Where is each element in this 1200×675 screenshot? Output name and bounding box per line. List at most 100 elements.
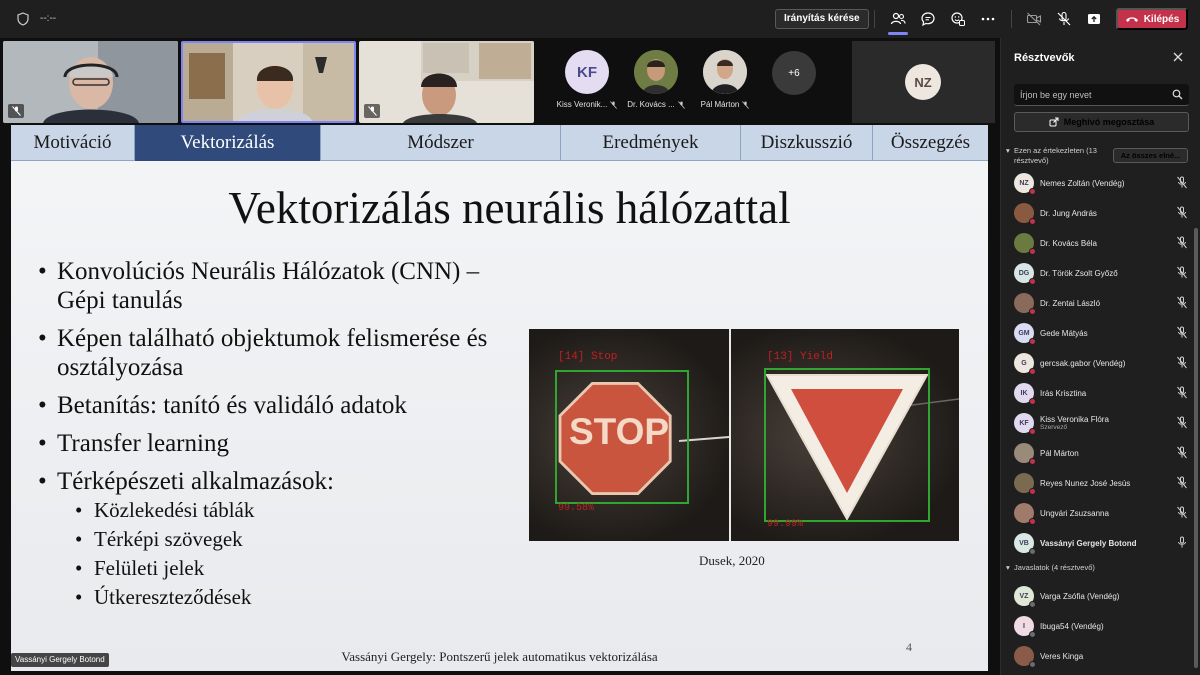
muted-mic-icon[interactable] (1176, 386, 1188, 399)
muted-mic-icon[interactable] (1176, 446, 1188, 459)
slide-bullet-list: • Konvolúciós Neurális Hálózatok (CNN) – … (38, 257, 508, 612)
muted-mic-icon (742, 100, 750, 109)
suggested-participant-row[interactable]: I Ibuga54 (Vendég) (1014, 615, 1194, 638)
camera-off-icon[interactable] (1025, 10, 1043, 28)
participant-row[interactable]: Pál Márton (1014, 442, 1194, 465)
participants-icon[interactable] (889, 10, 907, 28)
muted-mic-icon[interactable] (1176, 176, 1188, 189)
yield-sign-detection: [13] Yield 99.99% (731, 329, 959, 541)
avatar (1014, 503, 1036, 525)
sub-bullet-item: • Útkereszteződések (75, 585, 252, 609)
avatar: I (1014, 616, 1036, 638)
participant-row[interactable]: DG Dr. Török Zsolt Győző (1014, 262, 1194, 285)
muted-mic-icon[interactable] (1176, 506, 1188, 519)
chat-icon[interactable] (919, 10, 937, 28)
muted-mic-icon[interactable] (1176, 206, 1188, 219)
participant-name: gercsak.gabor (Vendég) (1040, 358, 1126, 368)
muted-mic-icon[interactable] (1176, 356, 1188, 369)
participant-row[interactable]: Reyes Nunez José Jesús (1014, 472, 1194, 495)
in-meeting-section-header[interactable]: ▾ Ezen az értekezleten (13 résztvevő) (1006, 146, 1097, 166)
participant-name: Ungvári Zsuzsanna (1040, 508, 1109, 518)
participant-row[interactable]: NZ Nemes Zoltán (Vendég) (1014, 172, 1194, 195)
share-screen-icon[interactable] (1085, 10, 1103, 28)
reactions-icon[interactable] (949, 10, 967, 28)
mute-all-button[interactable]: Az összes elné... (1113, 148, 1188, 163)
presence-status-icon (1029, 548, 1036, 555)
participant-row[interactable]: Dr. Zentai László (1014, 292, 1194, 315)
participant-row[interactable]: IK Irás Krisztina (1014, 382, 1194, 405)
muted-mic-icon[interactable] (1176, 476, 1188, 489)
slide-navigation-bar: Motiváció Vektorizálás Módszer Eredménye… (11, 125, 988, 161)
participant-name: Veres Kinga (1040, 651, 1084, 661)
muted-mic-icon[interactable] (1176, 266, 1188, 279)
avatar: GM (1014, 323, 1036, 345)
participant-row[interactable]: GM Gede Mátyás (1014, 322, 1194, 345)
sign-detection-image: [14] Stop STOP 99.58% [13] Yield 99.99% (529, 329, 959, 541)
participant-row[interactable]: Ungvári Zsuzsanna (1014, 502, 1194, 525)
share-invite-button[interactable]: Meghívó megosztása (1014, 112, 1189, 132)
panel-scrollbar[interactable] (1194, 228, 1198, 668)
suggested-participant-row[interactable]: Veres Kinga (1014, 645, 1194, 668)
participant-row[interactable]: KF Kiss Veronika Flóra Szervező (1014, 412, 1194, 435)
microphone-off-icon[interactable] (1055, 10, 1073, 28)
muted-mic-icon[interactable] (1176, 416, 1188, 429)
video-tile-nz[interactable]: NZ (852, 41, 995, 123)
avatar (1014, 203, 1036, 225)
participant-row[interactable]: Dr. Kovács Béla (1014, 232, 1194, 255)
hang-up-icon (1125, 17, 1138, 22)
chevron-down-icon: ▾ (1006, 146, 1010, 155)
avatar (1014, 443, 1036, 465)
slide-nav-motivacio: Motiváció (11, 125, 135, 161)
participant-row[interactable]: Dr. Jung András (1014, 202, 1194, 225)
presence-status-icon (1029, 631, 1036, 638)
microphone-icon[interactable] (1176, 536, 1188, 549)
meeting-toolbar: --:-- Irányítás kérése Kilépés (0, 0, 1200, 38)
participants-active-indicator (888, 32, 908, 35)
more-participants-button[interactable]: +6 (772, 51, 816, 95)
muted-mic-icon (364, 104, 380, 118)
sub-bullet-item: • Közlekedési táblák (75, 498, 255, 522)
muted-mic-icon[interactable] (1176, 236, 1188, 249)
suggestions-section-header[interactable]: ▾ Javaslatok (4 résztvevő) (1006, 563, 1095, 573)
muted-mic-icon (677, 100, 685, 109)
more-options-icon[interactable] (979, 10, 997, 28)
avatar: KF (1014, 413, 1036, 435)
video-tile-active-speaker[interactable] (181, 41, 356, 123)
presence-status-icon (1029, 601, 1036, 608)
strip-avatar-kovacs[interactable]: Dr. Kovács ... (621, 50, 691, 109)
presenter-name-tag: Vassányi Gergely Botond (11, 653, 109, 667)
leave-button[interactable]: Kilépés (1116, 8, 1188, 30)
avatar: NZ (1014, 173, 1036, 195)
muted-mic-icon[interactable] (1176, 296, 1188, 309)
avatar: IK (1014, 383, 1036, 405)
close-icon[interactable] (1172, 51, 1184, 63)
strip-avatar-pal-marton[interactable]: Pál Márton (690, 50, 760, 109)
participant-row[interactable]: Ggercsak.gabor (Vendég) (1014, 352, 1194, 375)
participant-name: Varga Zsófia (Vendég) (1040, 591, 1120, 601)
bullet-item: • Képen található objektumok felismerése … (38, 325, 488, 381)
participant-search (1014, 84, 1189, 106)
request-control-button[interactable]: Irányítás kérése (775, 9, 869, 29)
presence-status-icon (1029, 278, 1036, 285)
bullet-item: • Konvolúciós Neurális Hálózatok (CNN) – … (38, 258, 480, 314)
bullet-item: • Transfer learning (38, 430, 229, 457)
slide-nav-osszegzes: Összegzés (890, 132, 971, 153)
video-tile-participant-1[interactable] (3, 41, 178, 123)
participant-name: Ibuga54 (Vendég) (1040, 621, 1104, 631)
avatar-name: Pál Márton (700, 100, 740, 109)
suggested-participant-row[interactable]: VZ Varga Zsófia (Vendég) (1014, 585, 1194, 608)
muted-mic-icon (8, 104, 24, 118)
stop-sign-detection: [14] Stop STOP 99.58% (529, 329, 729, 541)
avatar: NZ (905, 64, 941, 100)
search-input[interactable] (1014, 84, 1164, 106)
bullet-item: • Térképészeti alkalmazások: (38, 468, 334, 495)
toolbar-divider (874, 10, 875, 28)
share-icon (1049, 117, 1059, 127)
slide-nav-diszkusszio: Diszkusszió (741, 125, 873, 161)
search-icon[interactable] (1172, 89, 1183, 100)
slide-nav-vektorizalas: Vektorizálás (135, 125, 321, 161)
participant-row[interactable]: VB Vassányi Gergely Botond (1014, 532, 1194, 555)
muted-mic-icon[interactable] (1176, 326, 1188, 339)
strip-avatar-kiss-veronika[interactable]: KF Kiss Veronik... (552, 50, 622, 109)
video-tile-participant-3[interactable] (359, 41, 534, 123)
